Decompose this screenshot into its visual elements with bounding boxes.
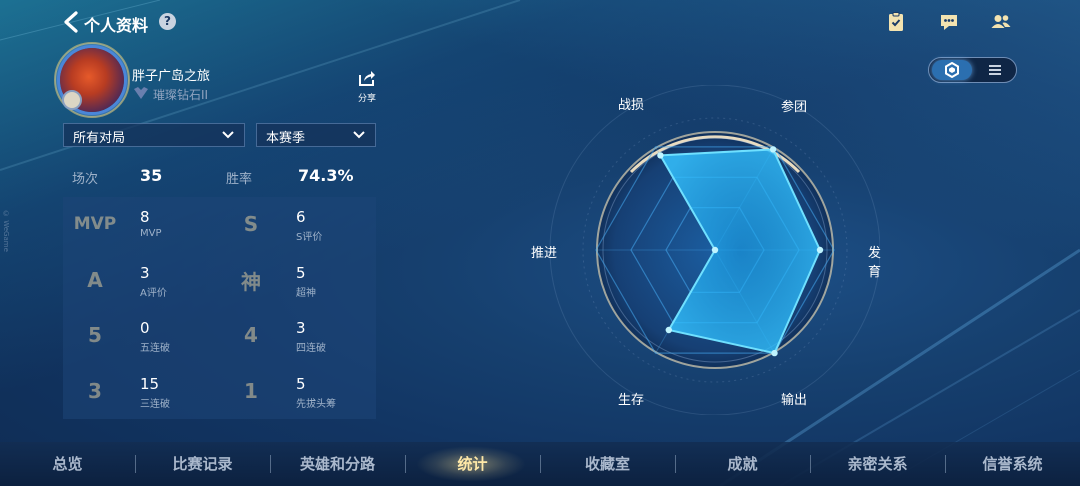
- view-toggle: [928, 57, 1017, 83]
- stats-grid: MVP 8 MVP S 6 S评价 A 3 A评价 神 5 超神 5 0 五连破…: [63, 197, 376, 419]
- share-icon: [359, 71, 375, 86]
- tab-heroes-lanes[interactable]: 英雄和分路: [270, 442, 405, 486]
- radar-label-damage-taken: 战损: [618, 98, 645, 113]
- radar-chart: 战损 参团 发育 输出 生存 推进: [525, 84, 882, 416]
- list-view-button[interactable]: [975, 60, 1015, 80]
- watermark: © WeGame: [2, 210, 10, 252]
- stat-value: 5: [296, 264, 306, 282]
- back-arrow-icon[interactable]: [62, 11, 80, 33]
- mode-dropdown-label: 所有对局: [73, 131, 126, 146]
- season-dropdown[interactable]: 本赛季: [256, 123, 376, 147]
- tab-match-history[interactable]: 比赛记录: [135, 442, 270, 486]
- radar-point: [665, 326, 672, 334]
- season-dropdown-label: 本赛季: [266, 131, 306, 146]
- stat-label: MVP: [140, 228, 162, 239]
- radar-icon: [945, 62, 959, 78]
- radar-svg: [549, 84, 881, 416]
- stat-penta-kill: 5 0 五连破: [63, 308, 219, 362]
- first-blood-icon: 1: [244, 379, 258, 403]
- radar-point: [769, 146, 777, 153]
- tab-reputation[interactable]: 信誉系统: [945, 442, 1080, 486]
- share-button[interactable]: 分享: [356, 70, 378, 104]
- radar-view-button[interactable]: [932, 60, 972, 80]
- friends-icon[interactable]: [990, 11, 1012, 33]
- stat-value: 6: [296, 208, 306, 226]
- help-icon[interactable]: ?: [159, 13, 176, 30]
- radar-label-teamfight: 参团: [781, 100, 808, 115]
- tab-relationships[interactable]: 亲密关系: [810, 442, 945, 486]
- winrate-label: 胜率: [226, 172, 253, 187]
- chat-bubble-icon[interactable]: [938, 11, 960, 33]
- stat-value: 8: [140, 208, 150, 226]
- chevron-down-icon: [222, 131, 234, 139]
- a-rating-icon: A: [87, 268, 103, 292]
- triple-kill-icon: 3: [88, 379, 102, 403]
- stat-s-rating: S 6 S评价: [219, 197, 375, 251]
- player-name: 胖子广岛之旅: [132, 69, 211, 84]
- stat-label: A评价: [140, 288, 167, 299]
- mode-dropdown[interactable]: 所有对局: [63, 123, 245, 147]
- stat-legendary: 神 5 超神: [219, 253, 375, 307]
- tab-statistics[interactable]: 统计: [405, 442, 540, 486]
- matches-label: 场次: [72, 172, 99, 187]
- diamond-rank-icon: [134, 87, 148, 99]
- stat-label: 三连破: [140, 399, 170, 410]
- list-icon: [989, 65, 1001, 75]
- stat-label: 四连破: [296, 343, 326, 354]
- stat-label: S评价: [296, 232, 323, 243]
- share-label: 分享: [357, 94, 376, 104]
- stat-a-rating: A 3 A评价: [63, 253, 219, 307]
- stat-label: 先拔头筹: [296, 399, 336, 410]
- quadra-kill-icon: 4: [244, 323, 258, 347]
- stat-value: 3: [296, 319, 306, 337]
- winrate-value: 74.3%: [298, 166, 354, 185]
- penta-kill-icon: 5: [88, 323, 102, 347]
- page-title: 个人资料: [84, 16, 149, 35]
- stat-value: 3: [140, 264, 150, 282]
- rank-medal-icon: [62, 90, 82, 110]
- stat-label: 五连破: [140, 343, 170, 354]
- radar-point: [711, 246, 719, 254]
- stat-mvp: MVP 8 MVP: [63, 197, 219, 251]
- tab-overview[interactable]: 总览: [0, 442, 135, 486]
- radar-point: [657, 152, 664, 159]
- legendary-icon: 神: [241, 269, 261, 294]
- rank-label: 璀璨钻石II: [153, 88, 209, 102]
- chevron-down-icon: [353, 131, 365, 139]
- avatar[interactable]: [54, 42, 130, 118]
- radar-point: [771, 349, 778, 357]
- stat-quadra-kill: 4 3 四连破: [219, 308, 375, 362]
- s-rating-icon: S: [243, 212, 259, 236]
- mvp-icon: MVP: [73, 214, 117, 234]
- tab-achievements[interactable]: 成就: [675, 442, 810, 486]
- stat-triple-kill: 3 15 三连破: [63, 364, 219, 418]
- tab-collection[interactable]: 收藏室: [540, 442, 675, 486]
- task-clipboard-icon[interactable]: [885, 11, 907, 33]
- radar-label-damage: 输出: [781, 393, 808, 408]
- stat-value: 15: [140, 375, 160, 393]
- radar-point: [816, 246, 824, 254]
- stat-value: 5: [296, 375, 306, 393]
- stat-first-blood: 1 5 先拔头筹: [219, 364, 375, 418]
- radar-label-push: 推进: [531, 246, 558, 261]
- radar-label-farming: 发育: [868, 246, 882, 280]
- radar-label-survival: 生存: [618, 393, 645, 408]
- stat-label: 超神: [296, 288, 316, 299]
- matches-value: 35: [140, 166, 163, 185]
- bottom-nav: 总览 比赛记录 英雄和分路 统计 收藏室 成就 亲密关系 信誉系统: [0, 442, 1080, 486]
- stat-value: 0: [140, 319, 150, 337]
